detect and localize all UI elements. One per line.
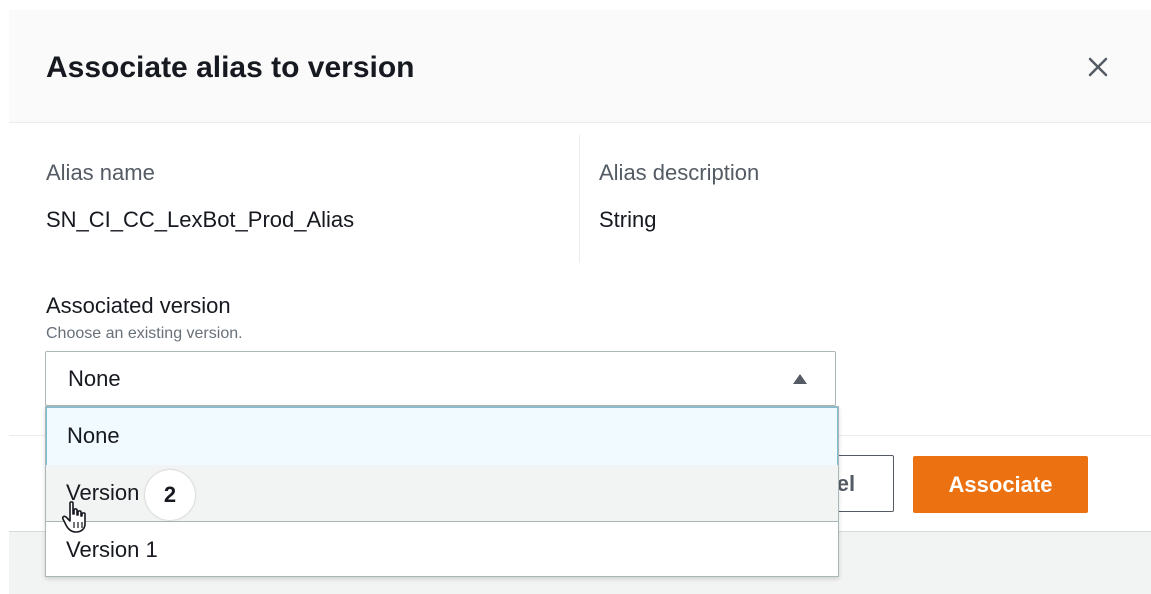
associate-button[interactable]: Associate <box>913 456 1088 513</box>
alias-description-value: String <box>599 207 657 232</box>
caret-up-icon <box>793 374 807 384</box>
dropdown-option-none[interactable]: None <box>46 407 838 466</box>
associated-version-description: Choose an existing version. <box>46 325 243 342</box>
dialog-header: Associate alias to version <box>9 10 1151 123</box>
option-label: None <box>67 423 120 448</box>
hand-cursor-icon <box>61 501 86 533</box>
associated-version-label: Associated version <box>46 293 231 318</box>
dialog-title: Associate alias to version <box>46 51 415 84</box>
option-label: Version 1 <box>66 537 158 562</box>
alias-name-value: SN_CI_CC_LexBot_Prod_Alias <box>46 207 355 232</box>
background-strip <box>0 0 1151 10</box>
dropdown-option-version-1[interactable]: Version 1 <box>46 522 838 576</box>
column-divider <box>579 135 580 263</box>
alias-name-label: Alias name <box>46 160 155 185</box>
step-number-badge: 2 <box>145 470 195 520</box>
close-icon[interactable] <box>1083 52 1113 82</box>
version-select[interactable]: None <box>45 351 836 406</box>
version-select-value: None <box>68 366 121 391</box>
alias-description-label: Alias description <box>599 160 760 185</box>
